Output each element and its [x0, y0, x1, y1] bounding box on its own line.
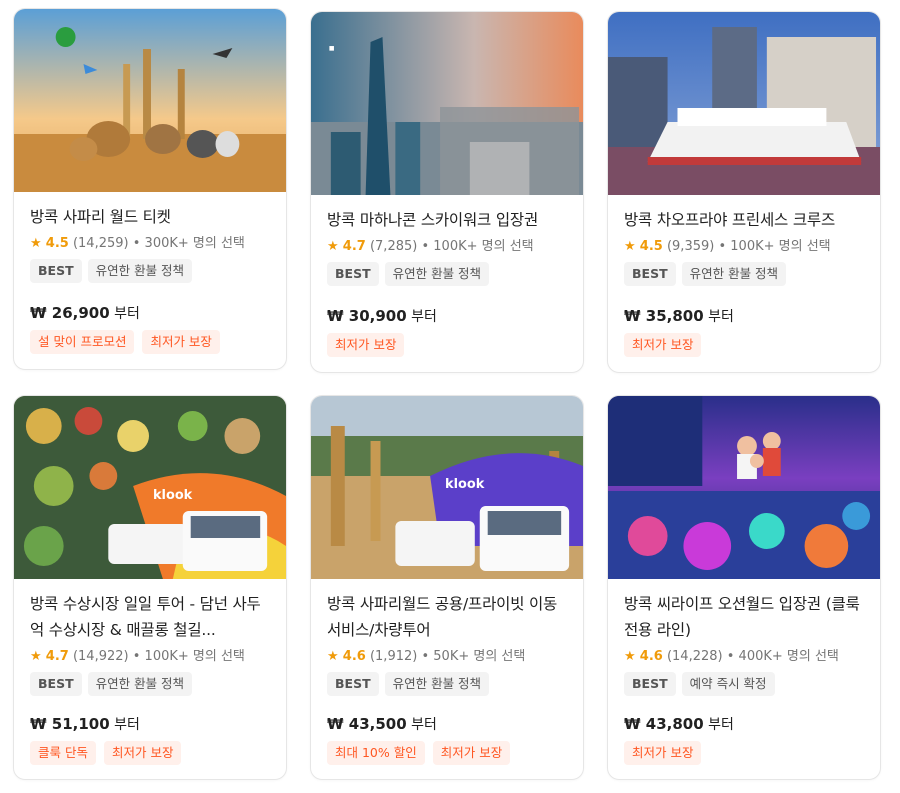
price-suffix: 부터: [114, 306, 140, 322]
card-title[interactable]: 방콕 수상시장 일일 투어 - 담넌 사두억 수상시장 & 매끌롱 철길...: [30, 591, 274, 643]
tag-best: BEST: [624, 672, 676, 696]
rating-score: 4.5: [639, 239, 663, 254]
price-amount: ₩ 26,900: [30, 304, 110, 322]
svg-text:klook: klook: [153, 488, 193, 503]
product-card-princess-cruise[interactable]: 방콕 차오프라야 프린세스 크루즈 ★ 4.5 (9,359) • 100K+ …: [607, 11, 881, 373]
floating-market-image[interactable]: klook: [14, 396, 286, 579]
promo-badge: 최대 10% 할인: [327, 741, 425, 765]
tag-instant-confirm: 예약 즉시 확정: [681, 672, 775, 696]
star-icon: ★: [624, 239, 636, 254]
price-suffix: 부터: [114, 717, 140, 733]
river-cruise-image[interactable]: [608, 12, 880, 195]
rating-row: ★ 4.5 (14,259) • 300K+ 명의 선택: [30, 232, 274, 251]
review-count: (14,228): [666, 649, 723, 664]
booking-count: • 300K+ 명의 선택: [132, 236, 245, 251]
star-icon: ★: [30, 236, 42, 251]
review-count: (9,359): [666, 239, 715, 254]
rating-row: ★ 4.7 (14,922) • 100K+ 명의 선택: [30, 645, 274, 664]
tag-best: BEST: [30, 672, 82, 696]
svg-text:■: ■: [329, 45, 335, 52]
card-title[interactable]: 방콕 차오프라야 프린세스 크루즈: [624, 207, 868, 233]
star-icon: ★: [327, 239, 339, 254]
review-count: (14,922): [72, 649, 129, 664]
tag-best: BEST: [30, 259, 82, 283]
review-count: (1,912): [369, 649, 418, 664]
rating-row: ★ 4.5 (9,359) • 100K+ 명의 선택: [624, 235, 868, 254]
svg-text:klook: klook: [445, 477, 485, 492]
tag-best: BEST: [624, 262, 676, 286]
price: ₩ 51,100 부터: [30, 714, 140, 734]
promo-badge: 최저가 보장: [624, 741, 702, 765]
price: ₩ 43,800 부터: [624, 714, 734, 734]
price-amount: ₩ 43,800: [624, 715, 704, 733]
promo-badge: 최저가 보장: [624, 333, 702, 357]
rating-row: ★ 4.6 (14,228) • 400K+ 명의 선택: [624, 645, 868, 664]
tag-refund: 유연한 환불 정책: [87, 672, 193, 696]
tag-refund: 유연한 환불 정책: [384, 672, 490, 696]
price-suffix: 부터: [708, 717, 734, 733]
promo-badge: 클룩 단독: [30, 741, 96, 765]
booking-count: • 400K+ 명의 선택: [726, 649, 839, 664]
price-amount: ₩ 51,100: [30, 715, 110, 733]
rating-score: 4.5: [45, 236, 69, 251]
sea-life-aquarium-image[interactable]: [608, 396, 880, 579]
product-card-sea-life[interactable]: 방콕 씨라이프 오션월드 입장권 (클룩 전용 라인) ★ 4.6 (14,22…: [607, 395, 881, 780]
price: ₩ 30,900 부터: [327, 306, 437, 326]
rating-score: 4.6: [639, 649, 663, 664]
star-icon: ★: [624, 649, 636, 664]
card-title[interactable]: 방콕 마하나콘 스카이워크 입장권: [327, 207, 571, 233]
tag-refund: 유연한 환불 정책: [681, 262, 787, 286]
price-amount: ₩ 35,800: [624, 307, 704, 325]
product-card-safari-transfer[interactable]: klook 방콕 사파리월드 공용/프라이빗 이동 서비스/차량투어 ★ 4.6…: [310, 395, 584, 780]
price-suffix: 부터: [411, 717, 437, 733]
product-card-mahanakhon[interactable]: ■ 방콕 마하나콘 스카이워크 입장권 ★ 4.7 (7,285) • 100K…: [310, 11, 584, 373]
star-icon: ★: [30, 649, 42, 664]
booking-count: • 100K+ 명의 선택: [421, 239, 534, 254]
star-icon: ★: [327, 649, 339, 664]
price: ₩ 43,500 부터: [327, 714, 437, 734]
booking-count: • 100K+ 명의 선택: [132, 649, 245, 664]
tag-best: BEST: [327, 672, 379, 696]
card-title[interactable]: 방콕 사파리 월드 티켓: [30, 204, 274, 230]
tag-refund: 유연한 환불 정책: [384, 262, 490, 286]
rating-row: ★ 4.7 (7,285) • 100K+ 명의 선택: [327, 235, 571, 254]
rating-score: 4.7: [342, 239, 366, 254]
product-card-safari-world[interactable]: 방콕 사파리 월드 티켓 ★ 4.5 (14,259) • 300K+ 명의 선…: [13, 8, 287, 370]
promo-badge: 최저가 보장: [103, 741, 182, 765]
rating-score: 4.6: [342, 649, 366, 664]
safari-animals-image[interactable]: [14, 9, 286, 192]
price: ₩ 26,900 부터: [30, 303, 140, 323]
promo-badge: 최저가 보장: [142, 330, 220, 354]
rating-row: ★ 4.6 (1,912) • 50K+ 명의 선택: [327, 645, 571, 664]
mahanakhon-tower-image[interactable]: ■: [311, 12, 583, 195]
price-suffix: 부터: [708, 309, 734, 325]
safari-transfer-image[interactable]: klook: [311, 396, 583, 579]
promo-badge: 최저가 보장: [327, 333, 405, 357]
booking-count: • 100K+ 명의 선택: [718, 239, 831, 254]
price: ₩ 35,800 부터: [624, 306, 734, 326]
card-title[interactable]: 방콕 사파리월드 공용/프라이빗 이동 서비스/차량투어: [327, 591, 571, 643]
price-amount: ₩ 30,900: [327, 307, 407, 325]
rating-score: 4.7: [45, 649, 69, 664]
price-amount: ₩ 43,500: [327, 715, 407, 733]
review-count: (14,259): [72, 236, 129, 251]
card-title[interactable]: 방콕 씨라이프 오션월드 입장권 (클룩 전용 라인): [624, 591, 868, 643]
promo-badge: 최저가 보장: [432, 741, 511, 765]
tag-refund: 유연한 환불 정책: [87, 259, 193, 283]
booking-count: • 50K+ 명의 선택: [421, 649, 526, 664]
review-count: (7,285): [369, 239, 418, 254]
price-suffix: 부터: [411, 309, 437, 325]
promo-badge: 설 맞이 프로모션: [30, 330, 135, 354]
product-card-floating-market[interactable]: klook 방콕 수상시장 일일 투어 - 담넌 사두억 수상시장 & 매끌롱 …: [13, 395, 287, 780]
tag-best: BEST: [327, 262, 379, 286]
